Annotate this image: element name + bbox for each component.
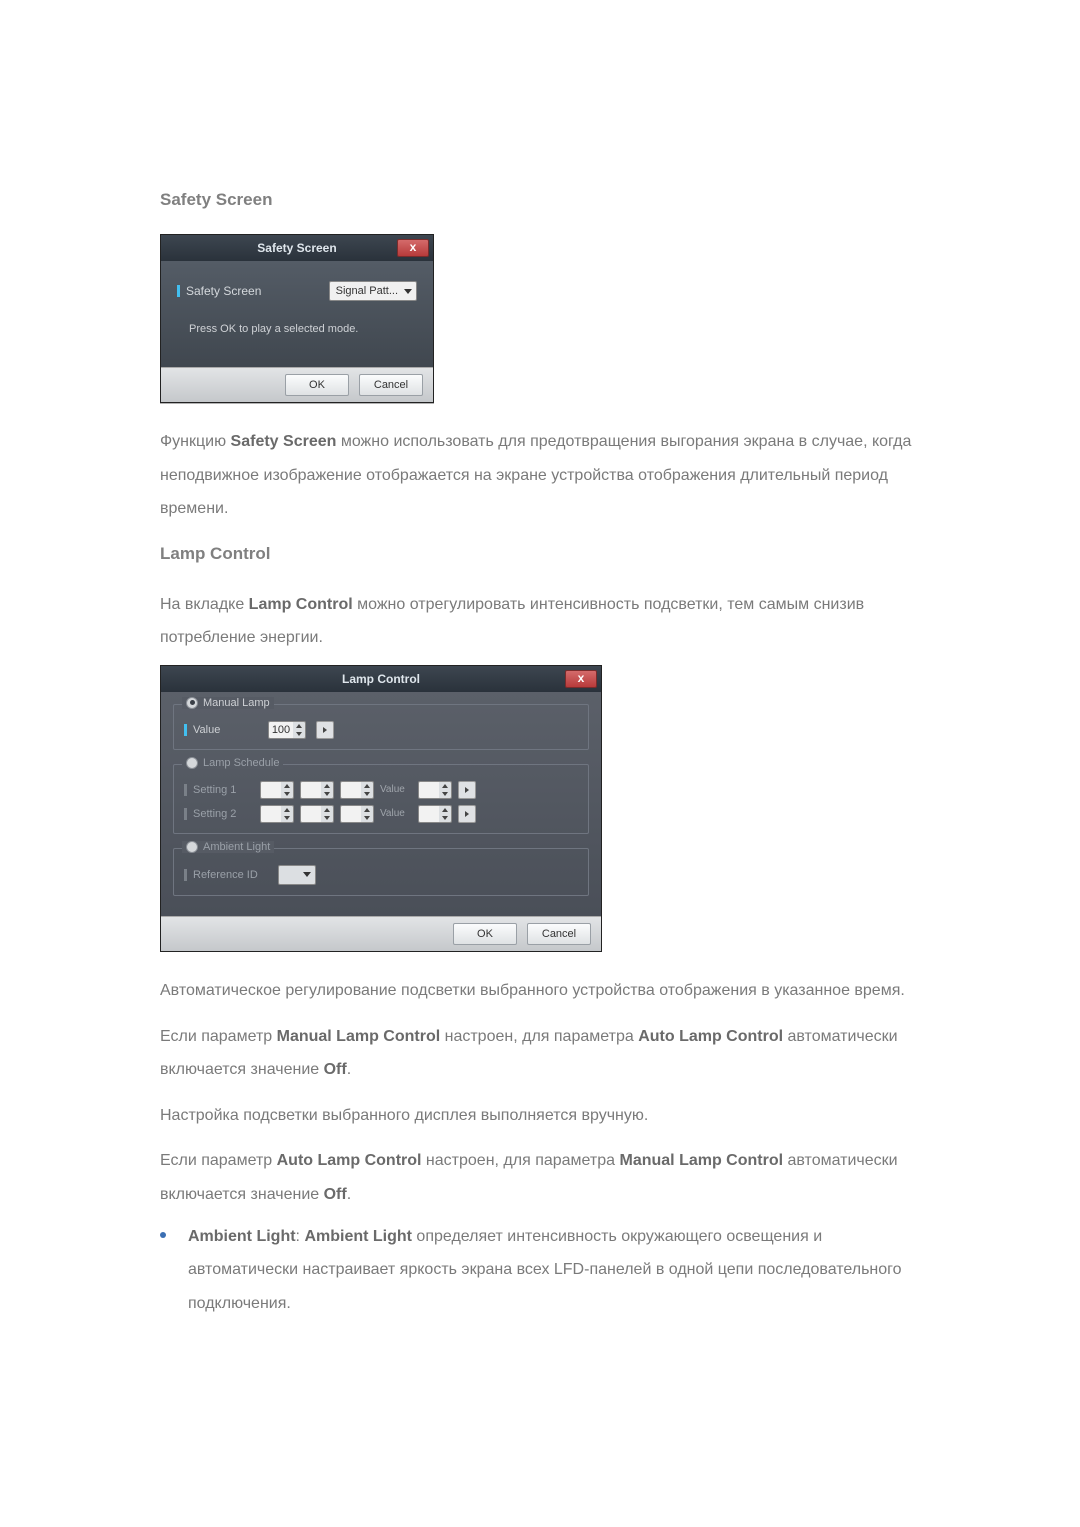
safety-field-label: Safety Screen [177, 284, 261, 298]
safety-screen-dialog: Safety Screen x Safety Screen Signal Pat… [160, 234, 434, 403]
close-button[interactable]: x [397, 239, 429, 257]
value-field[interactable]: 100 [269, 722, 293, 738]
spinner-down-icon[interactable] [293, 730, 305, 738]
dialog-footer: OK Cancel [161, 916, 601, 951]
dialog-title: Safety Screen [257, 241, 336, 255]
manual-desc: Настройка подсветки выбранного дисплея в… [160, 1099, 920, 1133]
spinner-up-icon[interactable] [293, 722, 305, 730]
dialog-titlebar: Lamp Control x [161, 666, 601, 692]
safety-description: Функцию Safety Screen можно использовать… [160, 425, 920, 526]
ambient-light-label: Ambient Light [203, 841, 270, 853]
setting1-min[interactable] [300, 781, 334, 799]
setting1-value[interactable] [418, 781, 452, 799]
ok-button[interactable]: OK [453, 923, 517, 945]
cancel-button[interactable]: Cancel [527, 923, 591, 945]
chevron-down-icon [303, 872, 311, 877]
setting2-ampm[interactable] [340, 805, 374, 823]
manual-lamp-group: Manual Lamp Value 100 [173, 704, 589, 750]
dialog-body: Manual Lamp Value 100 [161, 692, 601, 916]
lamp-control-dialog: Lamp Control x Manual Lamp Value 100 [160, 665, 602, 952]
bullet-icon [160, 1232, 166, 1238]
lamp-schedule-legend[interactable]: Lamp Schedule [182, 757, 283, 769]
select-value: Signal Patt... [336, 285, 398, 297]
radio-icon[interactable] [186, 841, 198, 853]
section-title-lamp: Lamp Control [160, 544, 920, 564]
value-spinner[interactable]: 100 [268, 721, 306, 739]
dialog-body: Safety Screen Signal Patt... Press OK to… [161, 261, 433, 367]
manual-lamp-label: Manual Lamp [203, 697, 270, 709]
dialog-footer: OK Cancel [161, 367, 433, 402]
close-button[interactable]: x [565, 670, 597, 688]
dialog-title: Lamp Control [342, 672, 420, 686]
lamp-schedule-label: Lamp Schedule [203, 757, 279, 769]
radio-icon[interactable] [186, 697, 198, 709]
play-right-button[interactable] [316, 721, 334, 739]
marker-icon [177, 285, 180, 297]
safety-label-text: Safety Screen [186, 284, 261, 298]
setting1-ampm[interactable] [340, 781, 374, 799]
lamp-schedule-group: Lamp Schedule Setting 1 Value [173, 764, 589, 834]
setting2-label: Setting 2 [184, 808, 254, 820]
radio-icon[interactable] [186, 757, 198, 769]
setting2-value-label: Value [380, 808, 412, 819]
manual-lamp-legend[interactable]: Manual Lamp [182, 697, 274, 709]
ok-button[interactable]: OK [285, 374, 349, 396]
marker-icon [184, 784, 187, 796]
safety-mode-select[interactable]: Signal Patt... [329, 281, 417, 301]
manual-to-auto-desc: Если параметр Manual Lamp Control настро… [160, 1020, 920, 1087]
marker-icon [184, 869, 187, 881]
lamp-intro: На вкладке Lamp Control можно отрегулиро… [160, 588, 920, 655]
dialog-titlebar: Safety Screen x [161, 235, 433, 261]
ambient-light-legend[interactable]: Ambient Light [182, 841, 274, 853]
marker-icon [184, 808, 187, 820]
cancel-button[interactable]: Cancel [359, 374, 423, 396]
auto-desc: Автоматическое регулирование подсветки в… [160, 974, 920, 1008]
setting2-value[interactable] [418, 805, 452, 823]
safety-hint-text: Press OK to play a selected mode. [177, 323, 417, 343]
setting1-value-label: Value [380, 784, 412, 795]
value-label: Value [184, 724, 258, 736]
ambient-light-group: Ambient Light Reference ID [173, 848, 589, 896]
setting1-hour[interactable] [260, 781, 294, 799]
play-right-button[interactable] [458, 805, 476, 823]
section-title-safety: Safety Screen [160, 190, 920, 210]
play-right-button[interactable] [458, 781, 476, 799]
setting1-label: Setting 1 [184, 784, 254, 796]
reference-id-select[interactable] [278, 865, 316, 885]
chevron-down-icon [404, 289, 412, 294]
setting2-hour[interactable] [260, 805, 294, 823]
setting2-min[interactable] [300, 805, 334, 823]
ambient-light-bullet: Ambient Light: Ambient Light определяет … [160, 1220, 920, 1321]
reference-id-label: Reference ID [184, 869, 268, 881]
marker-icon [184, 724, 187, 736]
auto-to-manual-desc: Если параметр Auto Lamp Control настроен… [160, 1144, 920, 1211]
